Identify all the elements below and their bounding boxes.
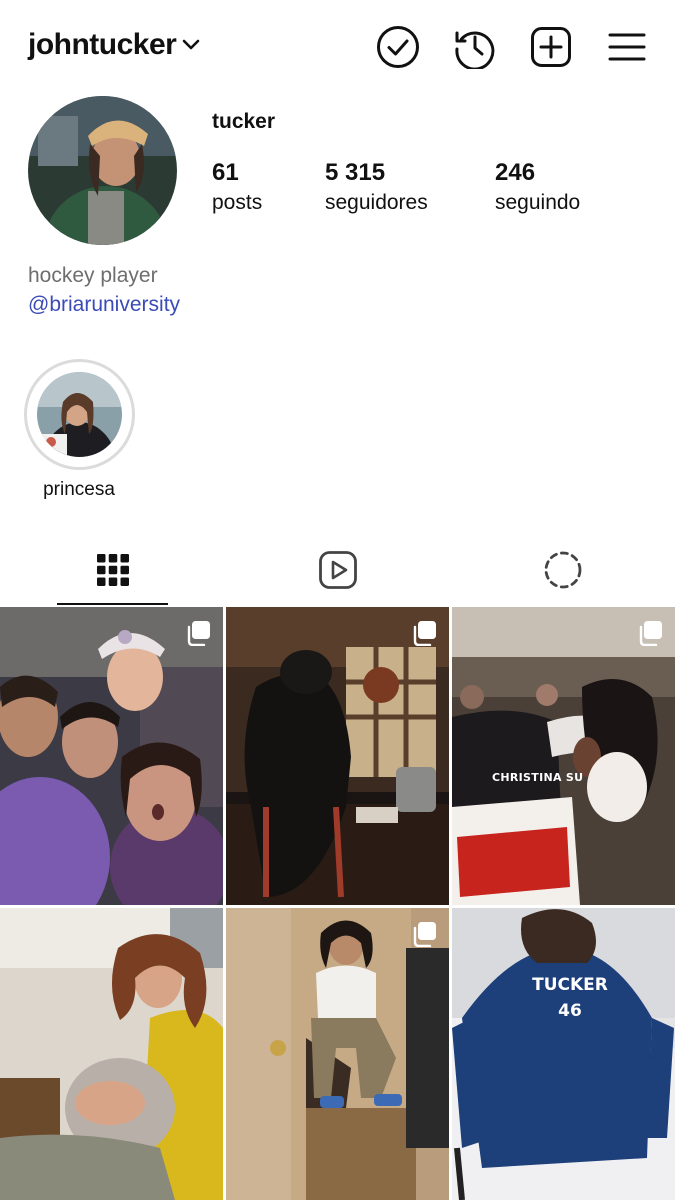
menu-icon[interactable] xyxy=(605,25,649,69)
username: johntucker xyxy=(28,28,177,61)
posts-count[interactable]: 61 posts xyxy=(212,158,262,218)
display-name: tucker xyxy=(212,110,276,133)
posts-count-label: posts xyxy=(212,191,263,214)
bio-mention-link[interactable]: @briaruniversity xyxy=(28,293,180,317)
followers-count-label: seguidores xyxy=(325,191,428,214)
post-thumbnail-4[interactable] xyxy=(0,908,223,1200)
post-thumbnail-1[interactable] xyxy=(0,607,223,905)
posts-count-value: 61 xyxy=(212,159,239,186)
carousel-icon xyxy=(411,620,437,651)
followers-count[interactable]: 5 315 seguidores xyxy=(325,158,428,218)
tab-reels[interactable] xyxy=(225,540,450,604)
profile-header: johntucker xyxy=(0,0,675,95)
add-icon[interactable] xyxy=(529,25,573,69)
highlight-label: princesa xyxy=(43,479,115,500)
carousel-icon xyxy=(411,921,437,952)
loading-circle-icon xyxy=(543,550,583,595)
post-text-overlay: TUCKER 46 xyxy=(532,975,608,1021)
history-icon[interactable] xyxy=(452,25,496,69)
reels-icon xyxy=(318,550,358,595)
avatar[interactable] xyxy=(28,96,177,245)
post-thumbnail-6[interactable]: TUCKER 46 xyxy=(452,908,675,1200)
carousel-icon xyxy=(637,620,663,651)
posts-grid: CHRISTINA SU TUCKER 46 xyxy=(0,607,675,1200)
tab-tagged[interactable] xyxy=(450,540,675,604)
story-highlight[interactable] xyxy=(24,359,135,470)
active-tab-indicator xyxy=(57,603,168,605)
account-switcher[interactable]: johntucker xyxy=(28,28,200,62)
post-thumbnail-3[interactable]: CHRISTINA SU xyxy=(452,607,675,905)
bio-text: hockey player xyxy=(28,264,158,287)
post-thumbnail-5[interactable] xyxy=(226,908,449,1200)
carousel-icon xyxy=(185,620,211,651)
post-text-overlay: CHRISTINA SU xyxy=(492,771,584,784)
following-count-label: seguindo xyxy=(495,191,581,214)
highlight-cover xyxy=(37,372,122,457)
tab-grid[interactable] xyxy=(0,540,225,604)
post-thumbnail-2[interactable] xyxy=(226,607,449,905)
following-count-value: 246 xyxy=(495,159,536,186)
chevron-down-icon xyxy=(182,38,200,56)
grid-icon xyxy=(96,553,130,592)
check-circle-icon[interactable] xyxy=(376,25,420,69)
followers-count-value: 5 315 xyxy=(325,159,386,186)
following-count[interactable]: 246 seguindo xyxy=(495,158,580,218)
